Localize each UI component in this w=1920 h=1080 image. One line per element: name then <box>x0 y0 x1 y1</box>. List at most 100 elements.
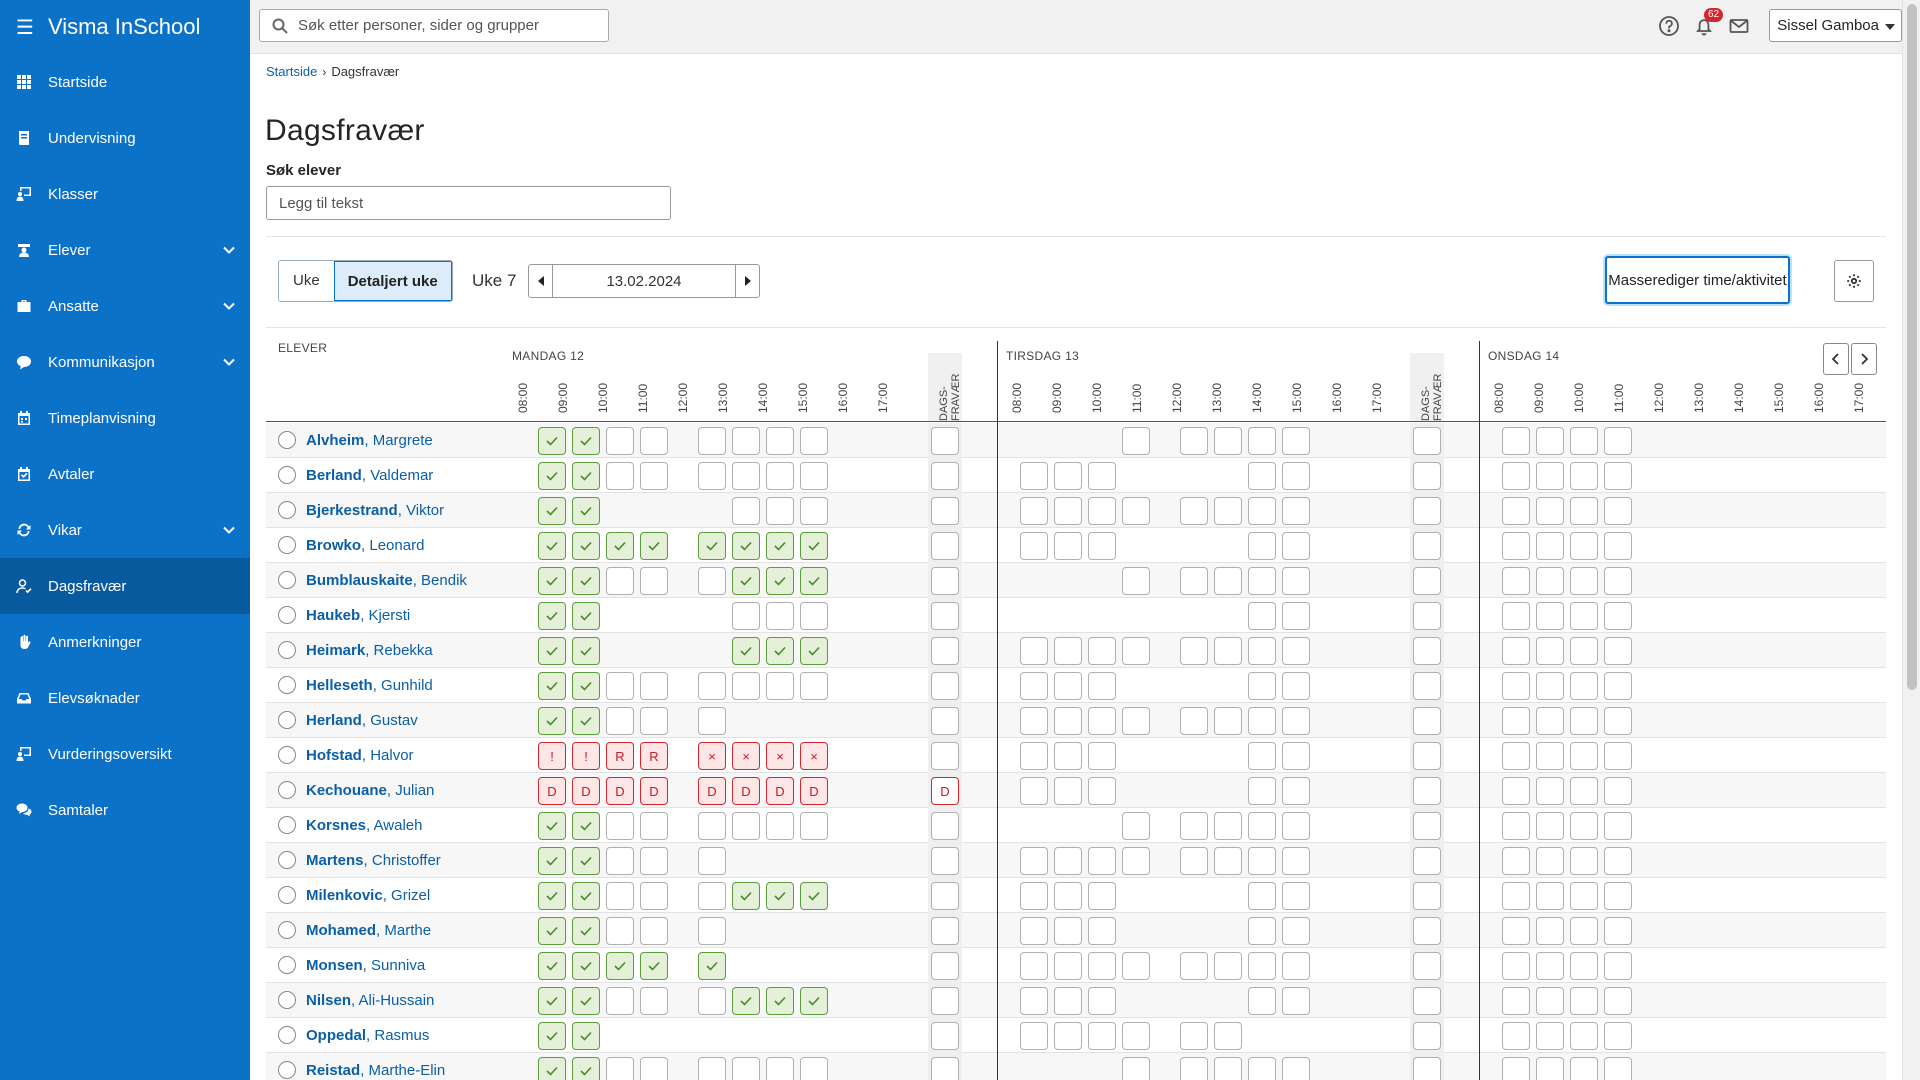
attendance-cell[interactable] <box>1180 952 1208 980</box>
attendance-cell[interactable] <box>1282 917 1310 945</box>
sidebar-item-kommunikasjon[interactable]: Kommunikasjon <box>0 334 250 390</box>
student-name-link[interactable]: Nilsen, Ali-Hussain <box>306 992 434 1009</box>
day-absence-cell[interactable] <box>1413 952 1441 980</box>
attendance-cell[interactable] <box>1536 497 1564 525</box>
attendance-cell[interactable] <box>1020 707 1048 735</box>
attendance-cell[interactable] <box>1088 917 1116 945</box>
attendance-cell[interactable] <box>1536 637 1564 665</box>
attendance-present-cell[interactable] <box>572 847 600 875</box>
attendance-cell[interactable] <box>1122 952 1150 980</box>
help-icon[interactable] <box>1658 15 1680 37</box>
attendance-present-cell[interactable] <box>800 637 828 665</box>
sidebar-item-undervisning[interactable]: Undervisning <box>0 110 250 166</box>
day-absence-cell[interactable] <box>931 427 959 455</box>
attendance-absence-cell[interactable]: D <box>572 777 600 805</box>
day-absence-cell[interactable] <box>1413 882 1441 910</box>
attendance-cell[interactable] <box>1020 1022 1048 1050</box>
attendance-cell[interactable] <box>1248 567 1276 595</box>
attendance-present-cell[interactable] <box>572 567 600 595</box>
attendance-absence-cell[interactable]: D <box>606 777 634 805</box>
attendance-cell[interactable] <box>1248 812 1276 840</box>
attendance-cell[interactable] <box>640 987 668 1015</box>
row-select-radio[interactable] <box>278 816 296 834</box>
attendance-cell[interactable] <box>1536 742 1564 770</box>
attendance-cell[interactable] <box>1604 987 1632 1015</box>
attendance-cell[interactable] <box>1020 497 1048 525</box>
attendance-present-cell[interactable] <box>538 987 566 1015</box>
attendance-present-cell[interactable] <box>538 427 566 455</box>
student-name-link[interactable]: Alvheim, Margrete <box>306 432 433 449</box>
attendance-cell[interactable] <box>640 427 668 455</box>
attendance-cell[interactable] <box>1214 952 1242 980</box>
attendance-cell[interactable] <box>1088 672 1116 700</box>
attendance-present-cell[interactable] <box>732 882 760 910</box>
attendance-present-cell[interactable] <box>572 707 600 735</box>
attendance-cell[interactable] <box>800 812 828 840</box>
attendance-present-cell[interactable] <box>800 567 828 595</box>
attendance-cell[interactable] <box>1502 847 1530 875</box>
day-absence-cell[interactable] <box>931 567 959 595</box>
row-select-radio[interactable] <box>278 1026 296 1044</box>
sidebar-item-elevsøknader[interactable]: Elevsøknader <box>0 670 250 726</box>
attendance-cell[interactable] <box>1604 637 1632 665</box>
attendance-absence-cell[interactable]: R <box>606 742 634 770</box>
sidebar-item-elever[interactable]: Elever <box>0 222 250 278</box>
attendance-cell[interactable] <box>1088 882 1116 910</box>
attendance-present-cell[interactable] <box>572 1057 600 1080</box>
attendance-cell[interactable] <box>1020 742 1048 770</box>
row-select-radio[interactable] <box>278 956 296 974</box>
row-select-radio[interactable] <box>278 466 296 484</box>
attendance-cell[interactable] <box>1054 987 1082 1015</box>
attendance-cell[interactable] <box>1020 532 1048 560</box>
attendance-cell[interactable] <box>1570 1057 1598 1080</box>
attendance-present-cell[interactable] <box>572 497 600 525</box>
attendance-cell[interactable] <box>1248 847 1276 875</box>
attendance-cell[interactable] <box>766 672 794 700</box>
attendance-cell[interactable] <box>606 1057 634 1080</box>
attendance-cell[interactable] <box>1248 777 1276 805</box>
attendance-present-cell[interactable] <box>538 882 566 910</box>
attendance-cell[interactable] <box>1248 952 1276 980</box>
attendance-cell[interactable] <box>1502 1022 1530 1050</box>
day-absence-cell[interactable] <box>1413 742 1441 770</box>
attendance-cell[interactable] <box>606 847 634 875</box>
attendance-cell[interactable] <box>640 917 668 945</box>
attendance-cell[interactable] <box>1054 637 1082 665</box>
attendance-cell[interactable] <box>1214 812 1242 840</box>
attendance-cell[interactable] <box>1604 427 1632 455</box>
day-absence-cell[interactable] <box>1413 427 1441 455</box>
attendance-cell[interactable] <box>1502 427 1530 455</box>
attendance-cell[interactable] <box>1214 637 1242 665</box>
attendance-present-cell[interactable] <box>800 532 828 560</box>
attendance-present-cell[interactable] <box>538 567 566 595</box>
attendance-cell[interactable] <box>1282 882 1310 910</box>
attendance-cell[interactable] <box>640 1057 668 1080</box>
global-search[interactable] <box>259 9 609 42</box>
chevron-down-icon[interactable] <box>222 299 236 317</box>
attendance-cell[interactable] <box>1054 532 1082 560</box>
attendance-cell[interactable] <box>732 497 760 525</box>
attendance-cell[interactable] <box>1604 497 1632 525</box>
attendance-cell[interactable] <box>1604 672 1632 700</box>
sidebar-item-startside[interactable]: Startside <box>0 54 250 110</box>
attendance-cell[interactable] <box>1282 777 1310 805</box>
attendance-cell[interactable] <box>1122 1022 1150 1050</box>
attendance-cell[interactable] <box>1088 1022 1116 1050</box>
attendance-cell[interactable] <box>1570 882 1598 910</box>
day-absence-cell[interactable] <box>931 532 959 560</box>
attendance-present-cell[interactable] <box>538 707 566 735</box>
attendance-cell[interactable] <box>1282 707 1310 735</box>
attendance-cell[interactable] <box>1214 1022 1242 1050</box>
day-absence-cell[interactable] <box>1413 1057 1441 1080</box>
attendance-cell[interactable] <box>1282 987 1310 1015</box>
attendance-cell[interactable] <box>1248 497 1276 525</box>
day-absence-cell[interactable] <box>1413 672 1441 700</box>
day-absence-cell[interactable] <box>1413 567 1441 595</box>
attendance-cell[interactable] <box>606 917 634 945</box>
attendance-cell[interactable] <box>698 1057 726 1080</box>
attendance-cell[interactable] <box>1502 707 1530 735</box>
attendance-cell[interactable] <box>1282 497 1310 525</box>
prev-days-button[interactable] <box>1823 343 1849 375</box>
attendance-cell[interactable] <box>1502 777 1530 805</box>
attendance-cell[interactable] <box>1570 462 1598 490</box>
